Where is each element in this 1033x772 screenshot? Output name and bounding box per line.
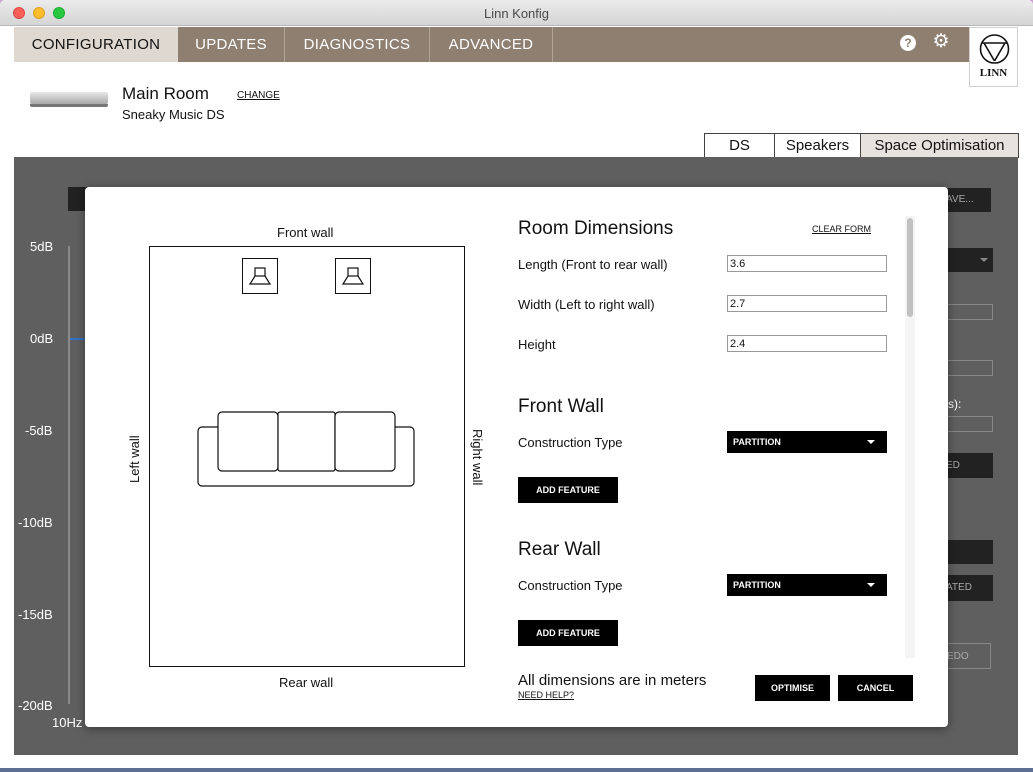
background-field xyxy=(946,360,993,376)
left-speaker-icon xyxy=(242,258,278,294)
change-room-link[interactable]: CHANGE xyxy=(237,90,280,101)
front-construction-label: Construction Type xyxy=(518,435,623,450)
window-title: Linn Konfig xyxy=(483,6,550,21)
partial-text: ED xyxy=(946,460,960,471)
subtab-space-optimisation[interactable]: Space Optimisation xyxy=(861,134,1018,158)
front-wall-label: Front wall xyxy=(277,225,334,240)
scrollbar-thumb[interactable] xyxy=(907,218,913,317)
partial-text: AVE... xyxy=(946,194,974,205)
background-button: ED xyxy=(946,453,993,478)
height-input[interactable] xyxy=(727,335,887,352)
front-construction-value: PARTITION xyxy=(733,437,781,447)
background-dropdown xyxy=(946,248,993,272)
front-construction-select[interactable]: PARTITION xyxy=(727,431,887,453)
space-optimisation-dialog: Front wall Left wall Right wall Rear wal… xyxy=(85,187,948,727)
background-field xyxy=(946,416,993,432)
db-label: -5dB xyxy=(25,423,53,438)
help-icon[interactable]: ? xyxy=(900,35,916,51)
rear-wall-heading: Rear Wall xyxy=(518,539,601,560)
app-window: Linn Konfig CONFIGURATION UPDATES DIAGNO… xyxy=(0,0,1033,768)
width-label: Width (Left to right wall) xyxy=(518,297,655,312)
right-wall-label: Right wall xyxy=(470,429,485,486)
sofa-icon xyxy=(197,411,415,487)
background-button: ATED xyxy=(946,575,993,601)
background-save-button: AVE... xyxy=(946,188,991,212)
length-label: Length (Front to rear wall) xyxy=(518,257,668,272)
db-label: -10dB xyxy=(18,515,53,530)
need-help-link[interactable]: NEED HELP? xyxy=(518,690,574,700)
rear-wall-label: Rear wall xyxy=(279,675,334,690)
form-scrollbar[interactable] xyxy=(905,216,915,658)
hz-label: 10Hz xyxy=(52,715,83,730)
background-button: EDO xyxy=(946,643,991,669)
left-wall-label: Left wall xyxy=(127,435,142,483)
clear-form-link[interactable]: CLEAR FORM xyxy=(812,224,871,234)
sub-tab-bar: DS Speakers Space Optimisation xyxy=(704,133,1019,158)
subtab-ds[interactable]: DS xyxy=(705,134,775,158)
subtab-speakers[interactable]: Speakers xyxy=(775,134,861,158)
dimensions-note: All dimensions are in meters xyxy=(518,672,707,689)
right-speaker-icon xyxy=(335,258,371,294)
graph-line xyxy=(70,338,85,340)
rear-construction-select[interactable]: PARTITION xyxy=(727,574,887,596)
front-wall-heading: Front Wall xyxy=(518,396,604,417)
background-button xyxy=(946,540,993,564)
tab-configuration[interactable]: CONFIGURATION xyxy=(14,27,178,62)
tab-diagnostics[interactable]: DIAGNOSTICS xyxy=(285,27,430,62)
width-input[interactable] xyxy=(727,295,887,312)
rear-construction-value: PARTITION xyxy=(733,580,781,590)
logo-text: LINN xyxy=(979,67,1008,79)
chevron-down-icon xyxy=(980,258,988,262)
main-tab-bar: CONFIGURATION UPDATES DIAGNOSTICS ADVANC… xyxy=(14,27,1018,62)
room-dimensions-heading: Room Dimensions xyxy=(518,218,674,239)
device-image xyxy=(30,92,108,107)
tab-updates[interactable]: UPDATES xyxy=(178,27,285,62)
tab-advanced[interactable]: ADVANCED xyxy=(430,27,553,62)
db-label: -20dB xyxy=(18,698,53,713)
cancel-button[interactable]: CANCEL xyxy=(838,675,913,701)
room-diagram xyxy=(149,246,465,667)
front-add-feature-button[interactable]: ADD FEATURE xyxy=(518,477,618,503)
optimise-button[interactable]: OPTIMISE xyxy=(755,675,830,701)
background-field xyxy=(946,304,993,320)
partial-text: EDO xyxy=(947,651,969,662)
height-label: Height xyxy=(518,337,556,352)
graph-axis xyxy=(68,246,70,704)
partial-text: ATED xyxy=(946,582,972,593)
db-label: 5dB xyxy=(30,239,54,254)
partial-text: s): xyxy=(948,397,962,411)
room-name: Main Room xyxy=(122,84,209,103)
linn-emblem-icon xyxy=(979,34,1010,64)
linn-logo: LINN xyxy=(969,27,1018,87)
db-label: 0dB xyxy=(30,331,54,346)
chevron-down-icon xyxy=(867,583,875,587)
chevron-down-icon xyxy=(867,440,875,444)
gear-icon[interactable]: ⚙ xyxy=(931,32,951,52)
device-name: Sneaky Music DS xyxy=(122,107,225,122)
rear-add-feature-button[interactable]: ADD FEATURE xyxy=(518,620,618,646)
rear-construction-label: Construction Type xyxy=(518,578,623,593)
length-input[interactable] xyxy=(727,255,887,272)
title-bar: Linn Konfig xyxy=(0,0,1033,26)
db-label: -15dB xyxy=(18,607,53,622)
